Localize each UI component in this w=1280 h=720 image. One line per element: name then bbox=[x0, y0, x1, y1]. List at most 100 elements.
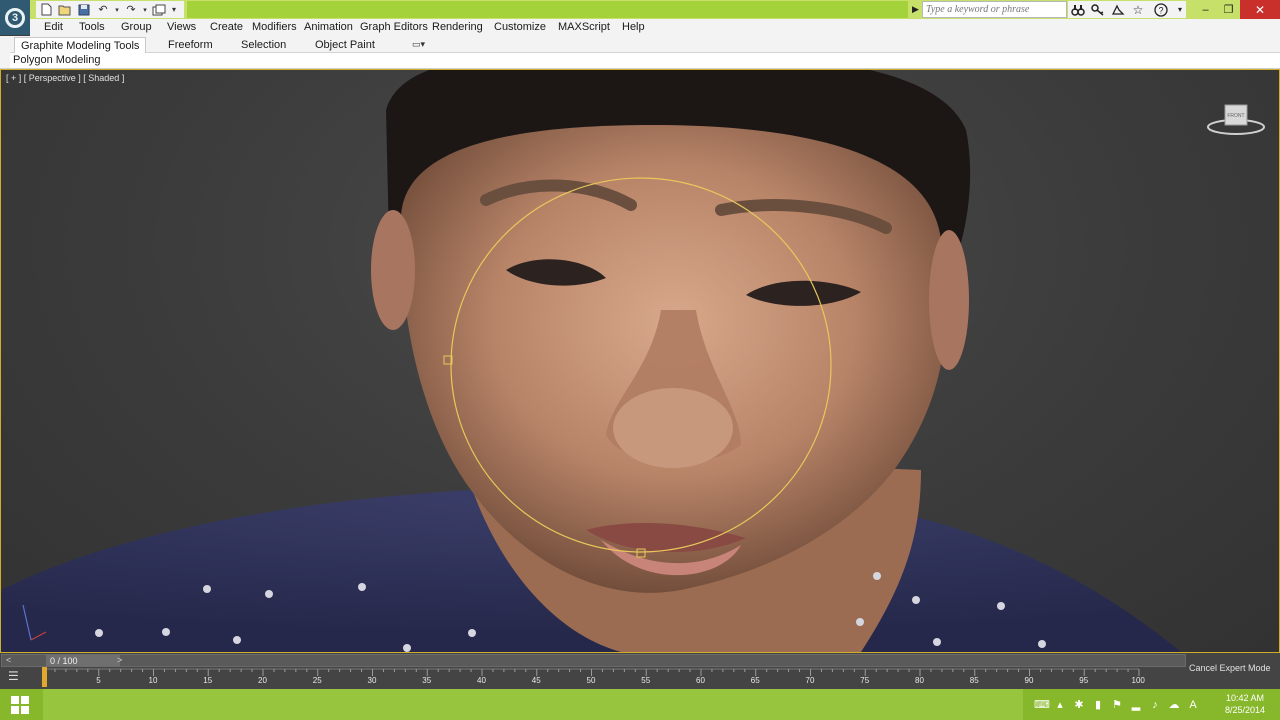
current-frame-marker bbox=[42, 667, 47, 687]
network-icon[interactable]: ▂ bbox=[1129, 698, 1143, 711]
trackbar[interactable]: 5 10 15 20 25 30 35 40 45 50 55 60 65 70 75 80 85 90 95 100 bbox=[40, 667, 1160, 687]
power-icon[interactable]: ▮ bbox=[1091, 698, 1105, 711]
viewport-label[interactable]: [ + ] [ Perspective ] [ Shaded ] bbox=[6, 73, 124, 83]
trackbar-tick-label: 90 bbox=[1024, 676, 1034, 685]
trackbar-tick-label: 35 bbox=[422, 676, 432, 685]
trackbar-tick-label: 25 bbox=[312, 676, 322, 685]
volume-icon[interactable]: ♪ bbox=[1148, 699, 1162, 711]
ribbon-panel: Polygon Modeling bbox=[10, 53, 1280, 68]
cloud-drive-icon[interactable]: ☁ bbox=[1167, 698, 1181, 711]
action-center-flag-icon[interactable]: ⚑ bbox=[1110, 698, 1124, 711]
redo-icon[interactable]: ↷ bbox=[123, 2, 139, 17]
subscription-icon[interactable] bbox=[1110, 2, 1126, 17]
quick-access-toolbar: ↶ ▾ ↷ ▾ ▾ bbox=[36, 1, 184, 18]
new-file-icon[interactable] bbox=[38, 2, 54, 17]
trackbar-tick-label: 95 bbox=[1079, 676, 1089, 685]
trackbar-tick-label: 85 bbox=[969, 676, 979, 685]
trackbar-tick-label: 5 bbox=[96, 676, 101, 685]
taskbar-clock[interactable]: 10:42 AM 8/25/2014 bbox=[1215, 692, 1275, 716]
cancel-expert-mode-button[interactable]: Cancel Expert Mode bbox=[1189, 663, 1271, 673]
binoculars-icon[interactable] bbox=[1070, 2, 1086, 17]
windows-taskbar: ⌨ ▴ ✱ ▮ ⚑ ▂ ♪ ☁ A 10:42 AM 8/25/2014 bbox=[0, 689, 1280, 720]
touch-keyboard-icon[interactable]: ⌨ bbox=[1034, 698, 1050, 711]
trackbar-tick-label: 60 bbox=[696, 676, 705, 685]
trackbar-tick-label: 55 bbox=[641, 676, 651, 685]
curve-editor-icon[interactable]: ☰ bbox=[8, 669, 24, 685]
infocenter-toolbar: ☆ ? ▾ bbox=[1068, 1, 1186, 18]
tab-freeform[interactable]: Freeform bbox=[168, 37, 213, 53]
ribbon-options-dropdown-icon[interactable]: ▭▾ bbox=[412, 39, 430, 51]
svg-text:?: ? bbox=[1158, 5, 1163, 15]
nose-tip-shape bbox=[613, 388, 733, 468]
close-icon[interactable]: ✕ bbox=[1240, 0, 1280, 19]
menu-edit[interactable]: Edit bbox=[44, 21, 63, 33]
undo-dropdown-icon[interactable]: ▾ bbox=[114, 2, 120, 17]
windows-logo-icon bbox=[11, 695, 29, 714]
trackbar-tick-label: 15 bbox=[203, 676, 213, 685]
window-title-area bbox=[187, 1, 908, 18]
trackbar-tick-label: 10 bbox=[148, 676, 158, 685]
restore-icon[interactable]: ❐ bbox=[1217, 0, 1240, 19]
qat-customize-dropdown-icon[interactable]: ▾ bbox=[170, 2, 178, 17]
bluetooth-icon[interactable]: ✱ bbox=[1072, 698, 1086, 711]
save-icon[interactable] bbox=[76, 2, 92, 17]
time-slider-thumb[interactable]: 0 / 100 bbox=[46, 655, 120, 667]
project-folder-icon[interactable] bbox=[151, 2, 167, 17]
time-slider-area: < 0 / 100 > Cancel Expert Mode ☰ 5 10 15 20… bbox=[0, 653, 1280, 689]
tab-object-paint[interactable]: Object Paint bbox=[315, 37, 375, 53]
tab-graphite-modeling-tools[interactable]: Graphite Modeling Tools bbox=[14, 37, 147, 53]
window-controls: – ❐ ✕ bbox=[1194, 0, 1280, 19]
trackbar-tick-label: 20 bbox=[258, 676, 267, 685]
trackbar-tick-label: 30 bbox=[367, 676, 377, 685]
right-ear-shape bbox=[929, 230, 969, 370]
menu-graph-editors[interactable]: Graph Editors bbox=[360, 21, 428, 33]
3dsmax-window: 3 ↶ ▾ ↷ ▾ ▾ ▶ Type a keyword or phrase ☆… bbox=[0, 0, 1280, 720]
viewcube[interactable]: FRONT bbox=[1207, 103, 1265, 137]
left-ear-shape bbox=[371, 210, 415, 330]
app-logo-icon: 3 bbox=[5, 7, 25, 28]
trackbar-tick-label: 50 bbox=[586, 676, 596, 685]
trackbar-tick-label: 45 bbox=[531, 676, 541, 685]
ime-indicator[interactable]: A bbox=[1186, 699, 1200, 711]
start-button[interactable] bbox=[0, 689, 40, 720]
help-icon[interactable]: ? bbox=[1150, 2, 1172, 17]
time-slider-prev-button[interactable]: < bbox=[6, 655, 11, 665]
menu-animation[interactable]: Animation bbox=[304, 21, 353, 33]
open-file-icon[interactable] bbox=[57, 2, 73, 17]
scene-render bbox=[1, 70, 1181, 652]
menu-tools[interactable]: Tools bbox=[79, 21, 105, 33]
clock-time: 10:42 AM bbox=[1225, 693, 1265, 703]
expand-arrow-icon[interactable]: ▶ bbox=[912, 2, 922, 17]
infocenter-search-input[interactable]: Type a keyword or phrase bbox=[922, 1, 1067, 18]
ribbon: Graphite Modeling Tools Freeform Selecti… bbox=[0, 36, 1280, 69]
time-slider[interactable]: < 0 / 100 > bbox=[1, 654, 1186, 667]
application-button[interactable]: 3 bbox=[0, 0, 30, 35]
clock-date: 8/25/2014 bbox=[1224, 705, 1266, 715]
panel-polygon-modeling[interactable]: Polygon Modeling bbox=[13, 54, 100, 66]
menu-rendering[interactable]: Rendering bbox=[432, 21, 483, 33]
favorites-star-icon[interactable]: ☆ bbox=[1130, 2, 1146, 17]
menu-maxscript[interactable]: MAXScript bbox=[558, 21, 610, 33]
taskbar-active-window[interactable] bbox=[43, 689, 1023, 720]
menu-help[interactable]: Help bbox=[622, 21, 645, 33]
trackbar-tick-label: 40 bbox=[477, 676, 486, 685]
trackbar-tick-label: 65 bbox=[750, 676, 760, 685]
trackbar-tick-label: 100 bbox=[1131, 676, 1145, 685]
redo-dropdown-icon[interactable]: ▾ bbox=[142, 2, 148, 17]
menu-customize[interactable]: Customize bbox=[494, 21, 546, 33]
menu-modifiers[interactable]: Modifiers bbox=[252, 21, 297, 33]
undo-icon[interactable]: ↶ bbox=[95, 2, 111, 17]
time-slider-next-button[interactable]: > bbox=[117, 655, 122, 665]
help-dropdown-icon[interactable]: ▾ bbox=[1176, 2, 1184, 17]
menu-group[interactable]: Group bbox=[121, 21, 152, 33]
show-hidden-icons-icon[interactable]: ▴ bbox=[1053, 698, 1067, 711]
menu-bar: Edit Tools Group Views Create Modifiers … bbox=[30, 19, 1280, 36]
minimize-icon[interactable]: – bbox=[1194, 0, 1217, 19]
key-icon[interactable] bbox=[1090, 2, 1106, 17]
system-tray: ⌨ ▴ ✱ ▮ ⚑ ▂ ♪ ☁ A bbox=[1030, 689, 1220, 720]
menu-views[interactable]: Views bbox=[167, 21, 196, 33]
menu-create[interactable]: Create bbox=[210, 21, 243, 33]
tab-selection[interactable]: Selection bbox=[241, 37, 286, 53]
perspective-viewport[interactable]: [ + ] [ Perspective ] [ Shaded ] FRONT bbox=[0, 69, 1280, 653]
viewcube-face-label: FRONT bbox=[1227, 113, 1244, 119]
